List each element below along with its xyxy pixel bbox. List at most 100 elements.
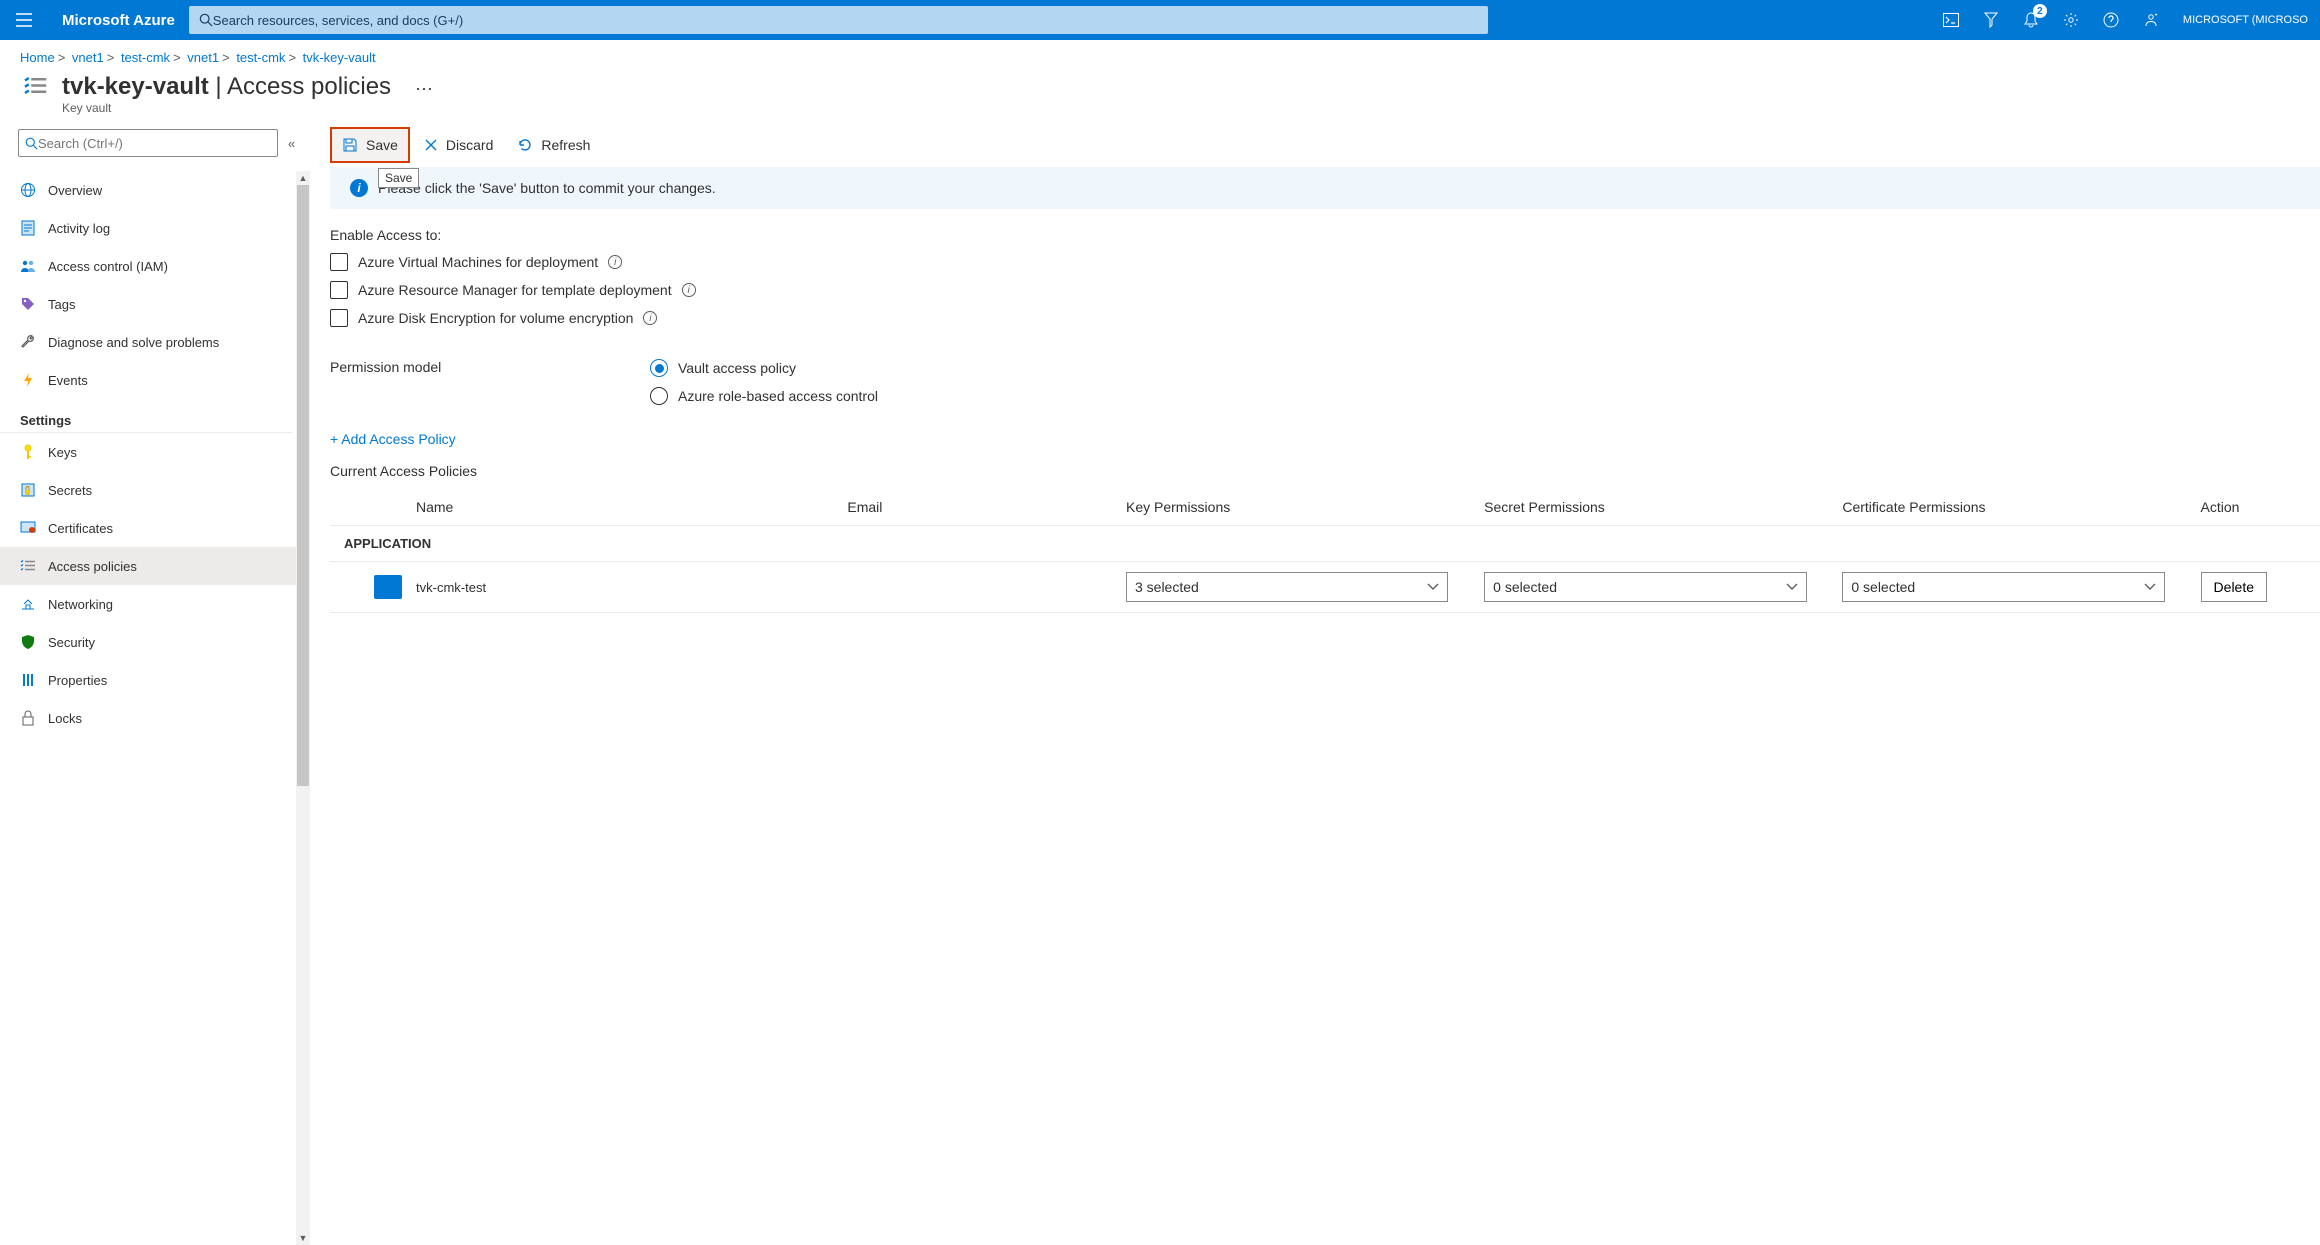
- sidebar-item-activity-log[interactable]: Activity log: [0, 209, 310, 247]
- secret-icon: [20, 482, 36, 498]
- breadcrumb-link[interactable]: test-cmk: [121, 50, 170, 65]
- sidebar-item-keys[interactable]: Keys: [0, 433, 310, 471]
- directory-filter-button[interactable]: [1971, 0, 2011, 40]
- key-permissions-dropdown[interactable]: 3 selected: [1126, 572, 1448, 602]
- brand-label[interactable]: Microsoft Azure: [48, 12, 189, 29]
- policy-principal-name: tvk-cmk-test: [416, 580, 486, 595]
- save-button-label: Save: [366, 137, 398, 153]
- command-toolbar: Save Save Discard Refresh: [330, 123, 2320, 167]
- hamburger-menu[interactable]: [0, 0, 48, 40]
- breadcrumb-link[interactable]: vnet1: [187, 50, 219, 65]
- help-icon[interactable]: i: [682, 283, 696, 297]
- permission-model-label: Permission model: [330, 359, 570, 375]
- lock-icon: [20, 710, 36, 726]
- sidebar-item-overview[interactable]: Overview: [0, 171, 310, 209]
- search-icon: [199, 13, 213, 27]
- scrollbar-thumb[interactable]: [297, 185, 309, 786]
- refresh-icon: [517, 137, 533, 153]
- collapse-sidebar-button[interactable]: «: [288, 136, 295, 151]
- col-header-email: Email: [847, 499, 1126, 515]
- sidebar-item-label: Properties: [48, 673, 107, 688]
- breadcrumb-link[interactable]: tvk-key-vault: [303, 50, 376, 65]
- cloud-shell-button[interactable]: [1931, 0, 1971, 40]
- add-access-policy-link[interactable]: + Add Access Policy: [330, 431, 456, 447]
- help-icon[interactable]: i: [608, 255, 622, 269]
- col-header-secret-perms: Secret Permissions: [1484, 499, 1842, 515]
- shield-icon: [20, 634, 36, 650]
- chevron-down-icon: [2144, 583, 2156, 591]
- settings-button[interactable]: [2051, 0, 2091, 40]
- dropdown-value: 0 selected: [1493, 579, 1557, 595]
- table-group-application: APPLICATION: [330, 525, 2320, 562]
- resource-type-label: Key vault: [62, 101, 433, 115]
- sidebar-item-diagnose[interactable]: Diagnose and solve problems: [0, 323, 310, 361]
- radio-rbac[interactable]: [650, 387, 668, 405]
- page-header: tvk-key-vault | Access policies ··· Key …: [0, 69, 2320, 123]
- notifications-button[interactable]: 2: [2011, 0, 2051, 40]
- sidebar-item-networking[interactable]: Networking: [0, 585, 310, 623]
- search-icon: [25, 137, 38, 150]
- application-icon: [374, 575, 402, 599]
- scroll-up-button[interactable]: ▲: [296, 171, 310, 185]
- col-header-action: Action: [2201, 499, 2320, 515]
- sidebar-item-secrets[interactable]: Secrets: [0, 471, 310, 509]
- main-panel: Save Save Discard Refresh i Please click…: [310, 123, 2320, 1245]
- cert-permissions-dropdown[interactable]: 0 selected: [1842, 572, 2164, 602]
- sidebar-item-label: Secrets: [48, 483, 92, 498]
- sidebar-item-certificates[interactable]: Certificates: [0, 509, 310, 547]
- info-icon: i: [350, 179, 368, 197]
- sidebar-search[interactable]: [18, 129, 278, 157]
- tenant-label[interactable]: MICROSOFT (MICROSO: [2171, 14, 2320, 26]
- sidebar-item-tags[interactable]: Tags: [0, 285, 310, 323]
- sidebar-item-label: Activity log: [48, 221, 110, 236]
- sidebar-item-properties[interactable]: Properties: [0, 661, 310, 699]
- radio-vault-policy[interactable]: [650, 359, 668, 377]
- checkbox-label: Azure Resource Manager for template depl…: [358, 282, 672, 298]
- secret-permissions-dropdown[interactable]: 0 selected: [1484, 572, 1806, 602]
- chevron-down-icon: [1786, 583, 1798, 591]
- sidebar-item-label: Tags: [48, 297, 75, 312]
- refresh-button[interactable]: Refresh: [507, 127, 600, 163]
- feedback-button[interactable]: [2131, 0, 2171, 40]
- sidebar-search-input[interactable]: [38, 136, 271, 151]
- sidebar-item-security[interactable]: Security: [0, 623, 310, 661]
- checkbox-vm-deployment[interactable]: [330, 253, 348, 271]
- breadcrumb-link[interactable]: Home: [20, 50, 55, 65]
- resource-sidebar: « Overview Activity log Access control (…: [0, 123, 310, 1245]
- breadcrumb-link[interactable]: vnet1: [72, 50, 104, 65]
- sidebar-item-access-policies[interactable]: Access policies: [0, 547, 310, 585]
- breadcrumb: Home> vnet1> test-cmk> vnet1> test-cmk> …: [0, 40, 2320, 69]
- save-button[interactable]: Save Save: [330, 127, 410, 163]
- breadcrumb-link[interactable]: test-cmk: [236, 50, 285, 65]
- sidebar-item-label: Overview: [48, 183, 102, 198]
- sidebar-item-locks[interactable]: Locks: [0, 699, 310, 737]
- sidebar-heading-settings: Settings: [0, 399, 292, 433]
- sidebar-item-events[interactable]: Events: [0, 361, 310, 399]
- wrench-icon: [20, 334, 36, 350]
- help-button[interactable]: [2091, 0, 2131, 40]
- sidebar-item-iam[interactable]: Access control (IAM): [0, 247, 310, 285]
- sidebar-item-label: Certificates: [48, 521, 113, 536]
- checkbox-disk-encryption[interactable]: [330, 309, 348, 327]
- delete-policy-button[interactable]: Delete: [2201, 572, 2267, 602]
- checkbox-label: Azure Disk Encryption for volume encrypt…: [358, 310, 633, 326]
- sidebar-scrollbar[interactable]: ▲ ▼: [296, 171, 310, 1245]
- checkbox-arm-template[interactable]: [330, 281, 348, 299]
- discard-button[interactable]: Discard: [414, 127, 503, 163]
- topbar-icon-group: 2: [1931, 0, 2171, 40]
- current-policies-heading: Current Access Policies: [330, 463, 2320, 479]
- policies-icon: [20, 558, 36, 574]
- sidebar-item-label: Keys: [48, 445, 77, 460]
- cert-icon: [20, 520, 36, 536]
- iam-icon: [20, 258, 36, 274]
- help-icon[interactable]: i: [643, 311, 657, 325]
- global-search-input[interactable]: [213, 13, 1478, 28]
- global-search[interactable]: [189, 6, 1488, 34]
- save-icon: [342, 137, 358, 153]
- info-banner: i Please click the 'Save' button to comm…: [330, 167, 2320, 209]
- dropdown-value: 3 selected: [1135, 579, 1199, 595]
- more-actions-button[interactable]: ···: [415, 78, 433, 99]
- col-header-key-perms: Key Permissions: [1126, 499, 1484, 515]
- sidebar-item-label: Access policies: [48, 559, 137, 574]
- scroll-down-button[interactable]: ▼: [296, 1231, 310, 1245]
